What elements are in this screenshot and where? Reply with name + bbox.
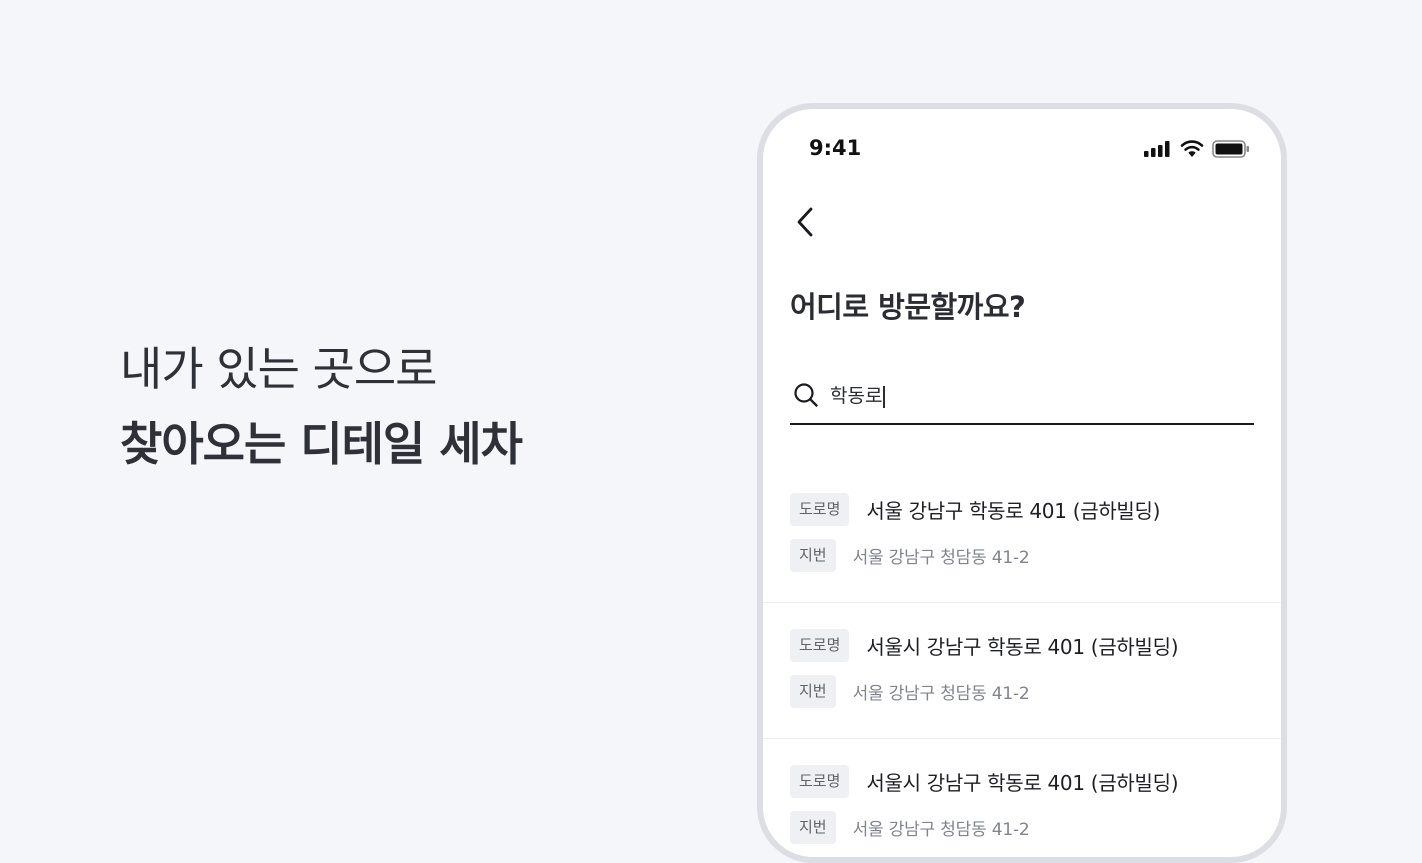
road-address-tag: 도로명: [790, 765, 850, 798]
lot-address-row: 지번 서울 강남구 청담동 41-2: [790, 675, 1030, 708]
status-icons: [1144, 140, 1250, 162]
road-address-tag: 도로명: [790, 629, 850, 662]
road-address-row: 도로명 서울시 강남구 학동로 401 (금하빌딩): [790, 765, 1179, 798]
address-results-list: 도로명 서울 강남구 학동로 401 (금하빌딩) 지번 서울 강남구 청담동 …: [763, 467, 1281, 857]
hero-line-2: 찾아오는 디테일 세차: [120, 417, 523, 471]
chevron-left-icon: [791, 207, 821, 243]
lot-address-row: 지번 서울 강남구 청담동 41-2: [790, 811, 1030, 844]
lot-address-text: 서울 강남구 청담동 41-2: [852, 820, 1030, 840]
road-address-text: 서울시 강남구 학동로 401 (금하빌딩): [866, 635, 1179, 659]
lot-address-text: 서울 강남구 청담동 41-2: [852, 548, 1030, 568]
search-query: 학동로: [830, 381, 885, 408]
road-address-text: 서울시 강남구 학동로 401 (금하빌딩): [866, 771, 1179, 795]
list-item[interactable]: 도로명 서울시 강남구 학동로 401 (금하빌딩) 지번 서울 강남구 청담동…: [763, 603, 1281, 739]
lot-address-tag: 지번: [790, 675, 836, 708]
road-address-row: 도로명 서울 강남구 학동로 401 (금하빌딩): [790, 493, 1160, 526]
search-icon: [792, 381, 820, 413]
status-time: 9:41: [809, 136, 862, 160]
lot-address-row: 지번 서울 강남구 청담동 41-2: [790, 539, 1030, 572]
text-caret: [883, 385, 885, 408]
status-bar: 9:41: [763, 109, 1281, 189]
hero-headline: 내가 있는 곳으로 찾아오는 디테일 세차: [120, 332, 523, 482]
road-address-row: 도로명 서울시 강남구 학동로 401 (금하빌딩): [790, 629, 1179, 662]
hero-line-1: 내가 있는 곳으로: [120, 342, 437, 396]
search-input[interactable]: 학동로: [790, 373, 1254, 425]
lot-address-text: 서울 강남구 청담동 41-2: [852, 684, 1030, 704]
list-item[interactable]: 도로명 서울 강남구 학동로 401 (금하빌딩) 지번 서울 강남구 청담동 …: [763, 467, 1281, 603]
road-address-tag: 도로명: [790, 493, 850, 526]
lot-address-tag: 지번: [790, 811, 836, 844]
battery-icon: [1212, 140, 1250, 162]
back-button[interactable]: [791, 205, 821, 239]
road-address-text: 서울 강남구 학동로 401 (금하빌딩): [866, 499, 1161, 523]
signal-icon: [1144, 141, 1172, 161]
search-value: 학동로: [830, 385, 883, 407]
lot-address-tag: 지번: [790, 539, 836, 572]
wifi-icon: [1180, 140, 1204, 162]
page-title: 어디로 방문할까요?: [790, 290, 1026, 324]
list-item[interactable]: 도로명 서울시 강남구 학동로 401 (금하빌딩) 지번 서울 강남구 청담동…: [763, 739, 1281, 857]
phone-mockup: 9:41 어디로 방문할까요? 학동로 도로명 서울 강남구 학동로 401 (…: [757, 103, 1287, 863]
